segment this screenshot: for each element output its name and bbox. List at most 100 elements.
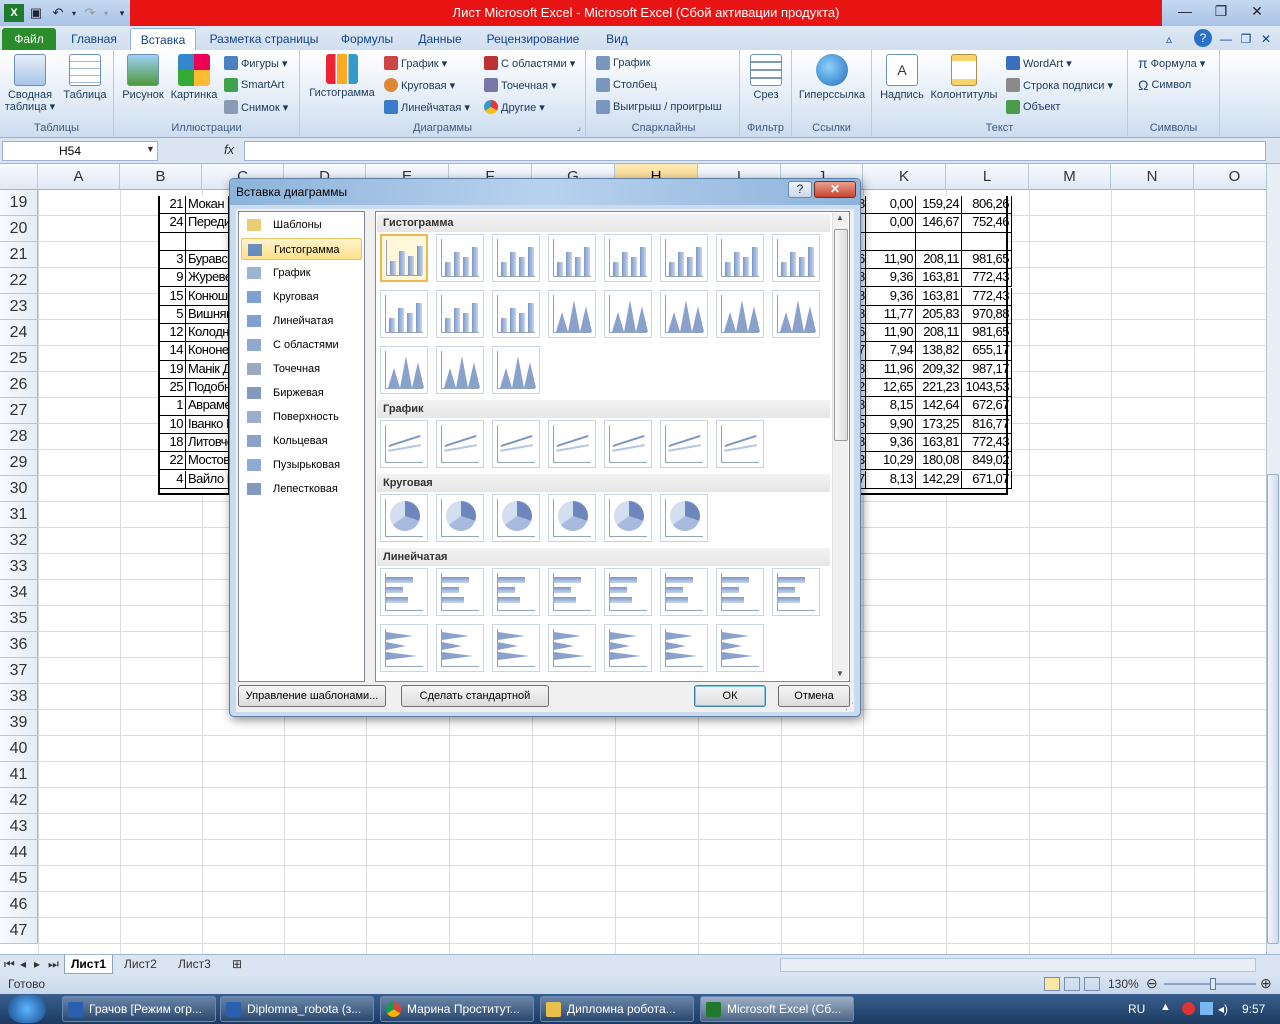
chart-subtype-barcone-7[interactable] — [716, 624, 764, 672]
doc-minimize-icon[interactable]: — — [1218, 28, 1234, 50]
charts-dialog-launcher-icon[interactable]: ⌟ — [577, 122, 581, 133]
row-header-35[interactable]: 35 — [0, 606, 38, 632]
tab-page-layout[interactable]: Разметка страницы — [204, 28, 324, 50]
undo-icon[interactable]: ↶ — [48, 4, 68, 22]
chart-subtype-line-1[interactable] — [380, 420, 428, 468]
name-box-dropdown-icon[interactable]: ▼ — [146, 144, 155, 154]
column-header-k[interactable]: K — [863, 164, 946, 190]
row-header-24[interactable]: 24 — [0, 320, 38, 346]
row-header-39[interactable]: 39 — [0, 710, 38, 736]
set-default-button[interactable]: Сделать стандартной — [401, 685, 549, 707]
horizontal-scrollbar[interactable] — [780, 958, 1256, 972]
tab-nav-first-icon[interactable]: ⏮ — [2, 955, 17, 974]
tab-nav-prev-icon[interactable]: ◂ — [18, 955, 28, 974]
chart-subtype-pie-2[interactable] — [436, 494, 484, 542]
chart-subtype-cone-5[interactable] — [772, 290, 820, 338]
taskbar-item-chrome[interactable]: Марина Проститут... — [380, 996, 534, 1022]
chart-subtype-cone-4[interactable] — [716, 290, 764, 338]
taskbar-item-word-2[interactable]: Diplomna_robota (з... — [220, 996, 374, 1022]
chart-category-3[interactable]: График — [241, 262, 362, 284]
page-layout-view-icon[interactable] — [1064, 977, 1080, 991]
chart-subtype-barcone-2[interactable] — [436, 624, 484, 672]
minimize-icon[interactable]: — — [1168, 0, 1202, 22]
language-indicator[interactable]: RU — [1128, 1002, 1145, 1016]
chart-subtype-barcone-1[interactable] — [380, 624, 428, 672]
row-header-33[interactable]: 33 — [0, 554, 38, 580]
chart-subtype-column-4[interactable] — [548, 234, 596, 282]
screenshot-button[interactable]: Снимок ▾ — [224, 98, 288, 116]
row-header-23[interactable]: 23 — [0, 294, 38, 320]
excel-app-icon[interactable]: X — [4, 4, 24, 22]
column-header-n[interactable]: N — [1111, 164, 1194, 190]
sparkline-column-button[interactable]: Столбец — [596, 76, 657, 94]
chart-subtype-column-5[interactable] — [604, 234, 652, 282]
clock[interactable]: 9:57 — [1242, 1002, 1265, 1016]
chart-subtype-column-1[interactable] — [380, 234, 428, 282]
textbox-button[interactable]: A Надпись — [878, 54, 926, 101]
chart-subtype-bar-8[interactable] — [772, 568, 820, 616]
tab-view[interactable]: Вид — [594, 28, 640, 50]
scatter-chart-button[interactable]: Точечная ▾ — [484, 76, 557, 94]
chart-subtype-pie-1[interactable] — [380, 494, 428, 542]
chart-subtype-barcone-3[interactable] — [492, 624, 540, 672]
chart-category-9[interactable]: Поверхность — [241, 406, 362, 428]
tab-nav-last-icon[interactable]: ⏭ — [46, 955, 61, 974]
chart-subtype-bar-3[interactable] — [492, 568, 540, 616]
redo-icon[interactable]: ↷ — [80, 4, 100, 22]
chart-category-1[interactable]: Шаблоны — [241, 214, 362, 236]
row-header-25[interactable]: 25 — [0, 346, 38, 372]
sheet-tab-2[interactable]: Лист2 — [118, 955, 163, 974]
row-header-37[interactable]: 37 — [0, 658, 38, 684]
doc-close-icon[interactable]: ✕ — [1258, 28, 1274, 50]
row-header-27[interactable]: 27 — [0, 398, 38, 424]
taskbar-item-word-1[interactable]: Грачов [Режим огр... — [62, 996, 216, 1022]
chart-subtype-pie-3[interactable] — [492, 494, 540, 542]
gallery-scrollbar[interactable]: ▲ ▼ — [832, 213, 848, 680]
zoom-level[interactable]: 130% — [1108, 977, 1139, 991]
row-header-32[interactable]: 32 — [0, 528, 38, 554]
chart-subtype-cone-7[interactable] — [436, 346, 484, 394]
column-header-l[interactable]: L — [946, 164, 1029, 190]
chart-subtype-barcone-6[interactable] — [660, 624, 708, 672]
tab-review[interactable]: Рецензирование — [478, 28, 588, 50]
hyperlink-button[interactable]: Гиперссылка — [796, 54, 868, 101]
chart-category-7[interactable]: Точечная — [241, 358, 362, 380]
row-header-46[interactable]: 46 — [0, 892, 38, 918]
chart-subtype-column-8[interactable] — [772, 234, 820, 282]
tab-nav-next-icon[interactable]: ▸ — [32, 955, 42, 974]
shapes-button[interactable]: Фигуры ▾ — [224, 54, 288, 72]
help-icon[interactable]: ? — [1194, 29, 1212, 47]
row-header-20[interactable]: 20 — [0, 216, 38, 242]
row-header-42[interactable]: 42 — [0, 788, 38, 814]
other-charts-button[interactable]: Другие ▾ — [484, 98, 545, 116]
chart-category-12[interactable]: Лепестковая — [241, 478, 362, 500]
close-window-icon[interactable]: ✕ — [1240, 0, 1274, 22]
area-chart-button[interactable]: С областями ▾ — [484, 54, 575, 72]
sheet-tab-1[interactable]: Лист1 — [64, 955, 114, 974]
page-break-view-icon[interactable] — [1084, 977, 1100, 991]
row-header-38[interactable]: 38 — [0, 684, 38, 710]
object-button[interactable]: Объект — [1006, 98, 1060, 116]
chart-subtype-barcone-4[interactable] — [548, 624, 596, 672]
normal-view-icon[interactable] — [1044, 977, 1060, 991]
equation-button[interactable]: π Формула ▾ — [1138, 54, 1205, 72]
chart-subtype-cone-2[interactable] — [604, 290, 652, 338]
signature-line-button[interactable]: Строка подписи ▾ — [1006, 76, 1113, 94]
chart-category-10[interactable]: Кольцевая — [241, 430, 362, 452]
column-chart-button[interactable]: Гистограмма — [304, 54, 380, 99]
tray-volume-icon[interactable]: ◂) — [1218, 1002, 1228, 1016]
chart-subtype-column-10[interactable] — [436, 290, 484, 338]
tab-file[interactable]: Файл — [2, 28, 56, 50]
chart-subtype-column-2[interactable] — [436, 234, 484, 282]
save-icon[interactable]: ▣ — [26, 4, 46, 22]
zoom-in-icon[interactable]: ⊕ — [1260, 975, 1272, 992]
chart-subtype-line-6[interactable] — [660, 420, 708, 468]
taskbar-item-folder[interactable]: Дипломна робота... — [540, 996, 694, 1022]
tab-home[interactable]: Главная — [64, 28, 124, 50]
resize-grip-icon[interactable]: ⋰ — [845, 701, 854, 712]
doc-restore-icon[interactable]: ❐ — [1238, 28, 1254, 50]
chart-category-6[interactable]: С областями — [241, 334, 362, 356]
row-header-47[interactable]: 47 — [0, 918, 38, 944]
select-all-corner[interactable] — [0, 164, 38, 190]
chart-subtype-line-4[interactable] — [548, 420, 596, 468]
